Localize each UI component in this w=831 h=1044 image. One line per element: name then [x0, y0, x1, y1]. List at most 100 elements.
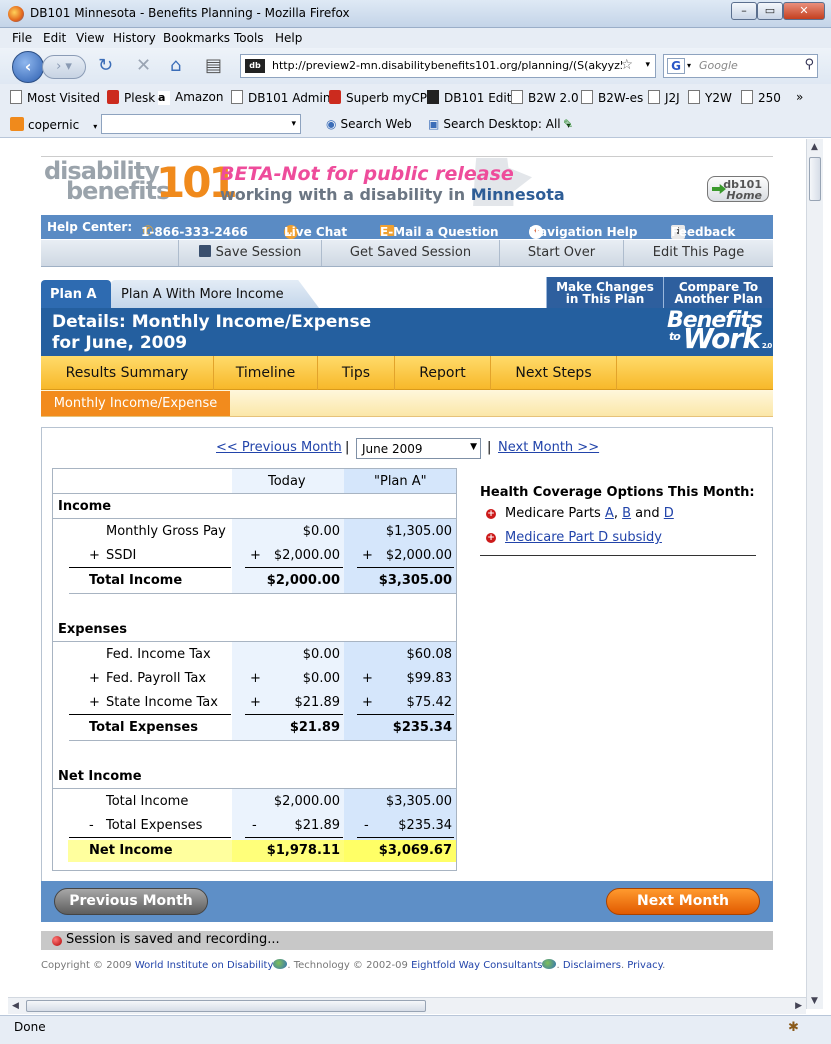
footer-privacy-link[interactable]: Privacy	[627, 960, 662, 971]
search-desktop-button[interactable]: ▣ Search Desktop: All ▾	[428, 117, 571, 131]
row-plan: $235.34	[398, 818, 452, 833]
recording-dot-icon	[52, 936, 62, 946]
firebug-icon[interactable]: ✱	[788, 1020, 799, 1035]
footer-disclaimers-link[interactable]: Disclaimers	[563, 960, 621, 971]
scroll-up-icon[interactable]: ▲	[811, 142, 818, 152]
close-button[interactable]: ✕	[783, 2, 825, 20]
bookmark-star-icon[interactable]: ☆	[620, 57, 633, 73]
site-favicon: db	[245, 59, 265, 73]
bookmark-label: J2J	[665, 91, 680, 105]
chevron-down-icon: ▼	[470, 442, 477, 452]
globe-icon	[542, 959, 557, 969]
email-question-label: E-Mail a Question	[380, 225, 499, 239]
bookmark-plesk[interactable]: Plesk	[107, 90, 155, 105]
divider	[69, 740, 456, 741]
copernic-menu[interactable]: copernic ▾	[10, 117, 97, 132]
menu-view[interactable]: View	[76, 31, 104, 45]
highlight-icon[interactable]: ✎	[563, 117, 573, 131]
forward-button[interactable]: › ▾	[42, 55, 86, 79]
bookmark-db101-edit[interactable]: DB101 Edit	[427, 90, 511, 105]
google-icon[interactable]: G	[667, 58, 685, 74]
db101-home-button[interactable]: db101 Home	[707, 176, 769, 202]
search-engine-dropdown-icon[interactable]: ▾	[687, 61, 691, 70]
tab-plan-a-more-income[interactable]: Plan A With More Income	[111, 280, 319, 308]
menu-edit[interactable]: Edit	[43, 31, 66, 45]
horizontal-scrollbar[interactable]: ◀ ▶	[8, 997, 806, 1014]
search-icon[interactable]: ⚲	[804, 57, 814, 72]
divider	[245, 837, 343, 838]
medicare-part-a-link[interactable]: A	[605, 506, 614, 521]
bookmark-label: B2W 2.0	[528, 91, 579, 105]
previous-month-link-text[interactable]: << Previous Month	[216, 440, 342, 455]
search-bar[interactable]: G ▾ Google ⚲	[663, 54, 818, 78]
medicare-part-d-link[interactable]: D	[664, 506, 674, 521]
medicare-part-b-link[interactable]: B	[622, 506, 631, 521]
bookmark-superb-mycp[interactable]: Superb myCP	[329, 90, 427, 105]
expenses-heading: Expenses	[58, 622, 127, 637]
menu-bookmarks[interactable]: Bookmarks	[163, 31, 230, 45]
next-month-button[interactable]: Next Month	[606, 888, 760, 915]
tagline-state: Minnesota	[470, 185, 565, 204]
bookmark-y2w[interactable]: Y2W	[688, 90, 732, 105]
print-icon[interactable]: ▤	[205, 56, 222, 76]
plus-icon[interactable]: +	[486, 533, 496, 543]
url-text[interactable]: http://preview2-mn.disabilitybenefits101…	[272, 59, 622, 72]
back-button[interactable]: ‹	[12, 51, 44, 83]
previous-month-button[interactable]: Previous Month	[54, 888, 208, 915]
bookmark-b2w-es[interactable]: B2W-es	[581, 90, 643, 105]
bookmark-b2w[interactable]: B2W 2.0	[511, 90, 579, 105]
start-over-button[interactable]: Start Over	[499, 240, 623, 266]
tab-report[interactable]: Report	[395, 356, 491, 390]
next-month-link-text[interactable]: Next Month >>	[498, 440, 599, 455]
get-saved-session-button[interactable]: Get Saved Session	[321, 240, 499, 266]
save-session-button[interactable]: Save Session	[178, 240, 321, 266]
copernic-search-input[interactable]: ▾	[101, 114, 301, 134]
scroll-thumb[interactable]	[26, 1000, 426, 1012]
divider	[357, 837, 454, 838]
scroll-right-icon[interactable]: ▶	[795, 1001, 802, 1011]
bookmark-amazon[interactable]: a Amazon	[158, 90, 224, 105]
stop-icon[interactable]: ✕	[136, 56, 151, 76]
scroll-left-icon[interactable]: ◀	[12, 1001, 19, 1011]
url-dropdown-icon[interactable]: ▾	[645, 60, 650, 70]
previous-month-link[interactable]: << Previous Month	[216, 440, 342, 455]
plus-icon[interactable]: +	[486, 509, 496, 519]
total-income-today: $2,000.00	[266, 573, 340, 588]
medicare-part-d-subsidy-link[interactable]: Medicare Part D subsidy	[505, 530, 662, 545]
minimize-button[interactable]: –	[731, 2, 757, 20]
menu-history[interactable]: History	[113, 31, 156, 45]
tab-monthly-income-expense[interactable]: Monthly Income/Expense	[41, 391, 230, 416]
tab-next-steps[interactable]: Next Steps	[491, 356, 617, 390]
reload-icon[interactable]: ↻	[98, 56, 113, 76]
month-select[interactable]: June 2009 ▼	[356, 438, 481, 459]
bookmark-j2j[interactable]: J2J	[648, 90, 680, 105]
search-web-button[interactable]: ◉ Search Web	[326, 117, 412, 131]
url-bar[interactable]: db http://preview2-mn.disabilitybenefits…	[240, 54, 656, 78]
edit-this-page-button[interactable]: Edit This Page	[623, 240, 773, 266]
menu-tools[interactable]: Tools	[234, 31, 264, 45]
bookmarks-overflow-icon[interactable]: »	[796, 90, 803, 104]
tab-plan-a[interactable]: Plan A	[41, 280, 111, 308]
db101-icon	[427, 90, 439, 104]
bookmark-250[interactable]: 250	[741, 90, 781, 105]
tab-results-summary[interactable]: Results Summary	[41, 356, 214, 390]
footer-eightfold-link[interactable]: Eightfold Way Consultants	[411, 960, 542, 971]
menu-help[interactable]: Help	[275, 31, 302, 45]
scroll-down-icon[interactable]: ▼	[811, 996, 818, 1006]
b2w-logo-work: Work	[682, 322, 761, 355]
tab-timeline[interactable]: Timeline	[214, 356, 318, 390]
bookmark-db101-admin[interactable]: DB101 Admin	[231, 90, 330, 105]
vertical-scrollbar[interactable]: ▲ ▼	[806, 139, 823, 1009]
make-changes-button[interactable]: Make Changes in This Plan	[546, 277, 663, 308]
next-month-link[interactable]: Next Month >>	[498, 440, 599, 455]
compare-plan-button[interactable]: Compare To Another Plan	[663, 277, 773, 308]
maximize-button[interactable]: ▭	[757, 2, 783, 20]
footer-wid-link[interactable]: World Institute on Disability	[135, 960, 274, 971]
bookmark-most-visited[interactable]: Most Visited	[10, 90, 100, 105]
scroll-thumb[interactable]	[809, 157, 821, 201]
home-icon[interactable]: ⌂	[170, 56, 181, 76]
total-expenses-label: Total Expenses	[89, 720, 198, 735]
tagline-prefix: working with a disability in	[220, 185, 471, 204]
tab-tips[interactable]: Tips	[318, 356, 395, 390]
menu-file[interactable]: File	[12, 31, 32, 45]
